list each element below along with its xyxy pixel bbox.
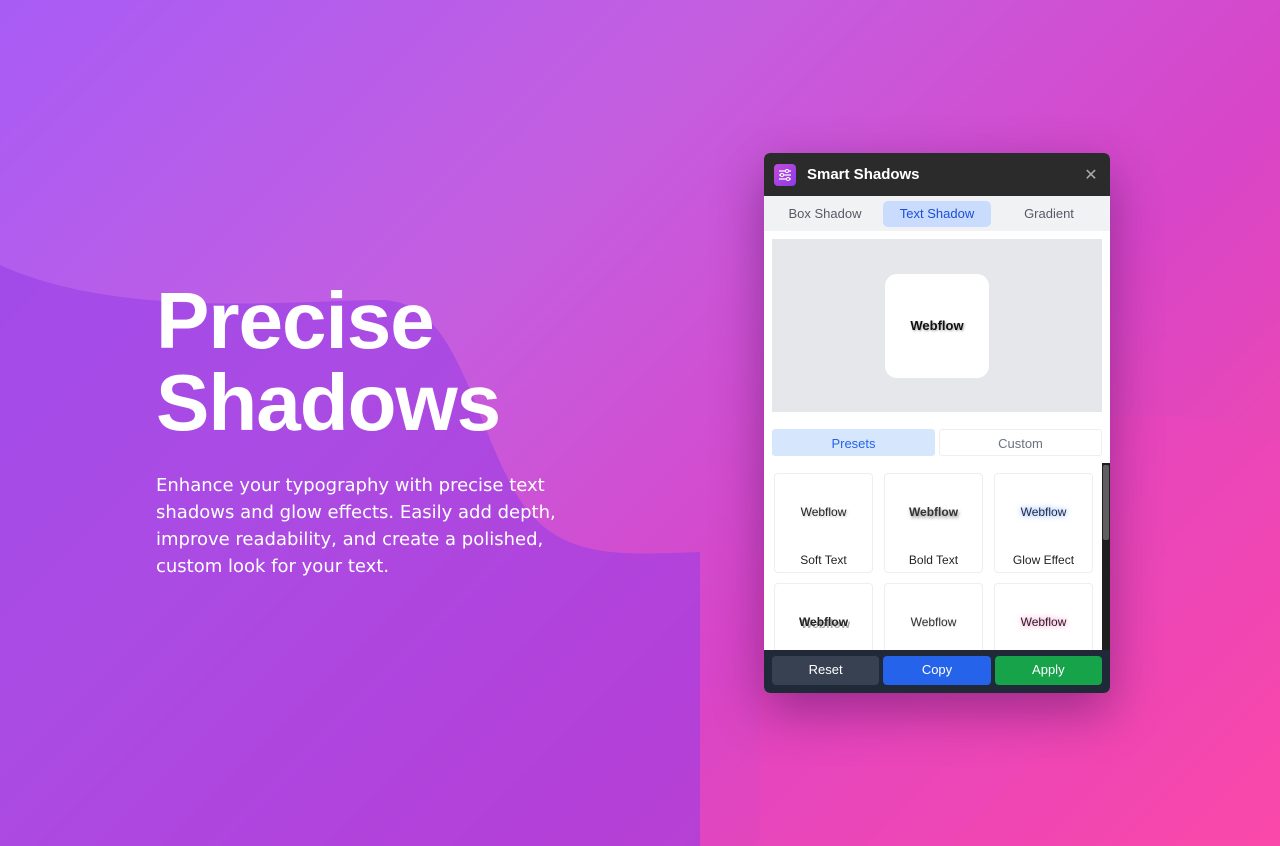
tab-box-shadow[interactable]: Box Shadow: [771, 201, 879, 227]
presets-list: Webflow Soft Text Webflow Bold Text Webf…: [764, 463, 1110, 650]
presets-scrollbar[interactable]: [1102, 463, 1110, 650]
preset-label: Soft Text: [800, 553, 847, 567]
shadow-type-tabs: Box Shadow Text Shadow Gradient: [764, 196, 1110, 231]
close-icon[interactable]: ✕: [1082, 165, 1100, 185]
preset-bold-text[interactable]: Webflow Bold Text: [884, 473, 983, 573]
mode-subtabs: Presets Custom: [772, 429, 1102, 456]
preset-sample: Webflow: [908, 505, 959, 519]
preset-glow-effect[interactable]: Webflow Glow Effect: [994, 473, 1093, 573]
apply-button[interactable]: Apply: [994, 656, 1102, 685]
hero-description: Enhance your typography with precise tex…: [156, 475, 556, 577]
panel-title: Smart Shadows: [807, 166, 920, 183]
preset-sample: Webflow: [910, 615, 957, 629]
preview-text: Webflow: [910, 318, 964, 333]
subtab-presets[interactable]: Presets: [772, 429, 935, 456]
hero-title-line-2: Shadows: [156, 358, 501, 447]
tab-gradient[interactable]: Gradient: [995, 201, 1103, 227]
sliders-icon: [774, 163, 796, 186]
smart-shadows-panel: Smart Shadows ✕ Box Shadow Text Shadow G…: [764, 153, 1110, 693]
preset-sample: Webflow: [1020, 505, 1067, 519]
preset-soft-text[interactable]: Webflow Soft Text: [774, 473, 873, 573]
hero-title-line-1: Precise: [156, 276, 435, 365]
preset-sample: Webflow: [800, 505, 847, 519]
copy-button[interactable]: Copy: [883, 656, 991, 685]
preset-item-5[interactable]: Webflow: [884, 583, 983, 650]
hero-section: Precise Shadows Enhance your typography …: [156, 280, 596, 580]
hero-title: Precise Shadows: [156, 280, 596, 444]
preset-sample: Webflow: [1020, 615, 1067, 629]
preset-item-6[interactable]: Webflow: [994, 583, 1093, 650]
preset-item-4[interactable]: Webflow: [774, 583, 873, 650]
reset-button[interactable]: Reset: [772, 656, 880, 685]
panel-footer: Reset Copy Apply: [764, 650, 1110, 693]
tab-text-shadow[interactable]: Text Shadow: [883, 200, 991, 227]
preset-sample: Webflow: [798, 615, 849, 629]
scrollbar-thumb[interactable]: [1103, 465, 1109, 540]
preview-card: Webflow: [885, 273, 989, 378]
presets-grid: Webflow Soft Text Webflow Bold Text Webf…: [774, 473, 1094, 650]
shadow-preview-area: Webflow: [772, 239, 1102, 412]
preset-label: Bold Text: [908, 553, 959, 567]
subtab-custom[interactable]: Custom: [939, 429, 1102, 456]
panel-titlebar: Smart Shadows ✕: [764, 153, 1110, 196]
preset-label: Glow Effect: [1012, 553, 1075, 567]
